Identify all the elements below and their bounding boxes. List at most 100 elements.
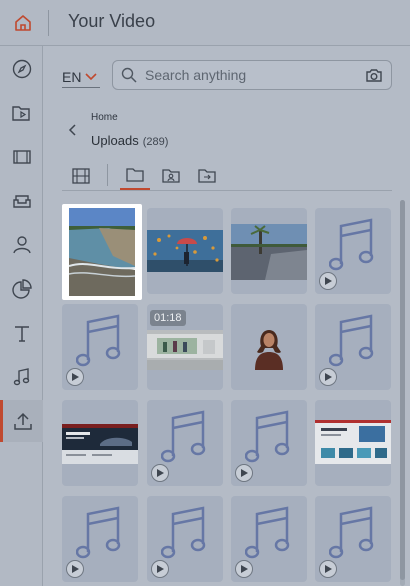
camera-icon xyxy=(366,69,382,82)
play-icon xyxy=(325,373,332,381)
beach-cliffs-thumbnail xyxy=(69,208,135,296)
play-icon xyxy=(241,469,248,477)
media-item[interactable] xyxy=(231,208,307,294)
play-icon xyxy=(157,565,164,573)
rail-item-audio[interactable] xyxy=(0,356,43,398)
parking-lot-thumbnail xyxy=(231,224,307,280)
film-icon xyxy=(12,150,31,164)
rail-item-characters[interactable] xyxy=(0,224,43,266)
woman-portrait-thumbnail xyxy=(255,330,283,370)
folder-count: (289) xyxy=(142,136,169,148)
tabs-underline xyxy=(62,190,392,191)
home-button[interactable] xyxy=(0,0,46,46)
play-button[interactable] xyxy=(66,368,84,386)
media-item[interactable] xyxy=(147,208,223,294)
rail-item-video[interactable] xyxy=(0,136,43,178)
website-car-thumbnail xyxy=(62,424,138,464)
text-icon xyxy=(14,326,29,342)
media-folder-icon xyxy=(11,106,30,121)
play-button[interactable] xyxy=(235,464,253,482)
music-note-icon xyxy=(161,410,206,463)
music-note-icon xyxy=(245,506,290,559)
left-rail xyxy=(0,46,43,586)
media-item[interactable] xyxy=(62,496,138,582)
play-icon xyxy=(72,373,79,381)
tab-folders[interactable] xyxy=(120,162,150,190)
play-icon xyxy=(72,565,79,573)
video-duration: 01:18 xyxy=(150,310,186,326)
media-item[interactable] xyxy=(231,304,307,390)
media-item[interactable] xyxy=(315,304,391,390)
media-item[interactable] xyxy=(62,304,138,390)
play-button[interactable] xyxy=(319,368,337,386)
chevron-down-icon xyxy=(85,72,98,80)
compass-icon xyxy=(12,59,31,79)
search-box xyxy=(112,60,392,90)
rail-item-scenes[interactable] xyxy=(0,180,43,222)
play-icon xyxy=(241,565,248,573)
folder-icon xyxy=(126,168,144,182)
person-icon xyxy=(12,236,31,254)
website-screenshot-thumbnail xyxy=(315,420,391,464)
title-divider xyxy=(48,10,49,36)
chevron-left-icon xyxy=(68,124,76,136)
play-button[interactable] xyxy=(151,464,169,482)
app-title: Your Video xyxy=(68,11,156,31)
play-button[interactable] xyxy=(319,560,337,578)
language-value: EN xyxy=(62,68,82,85)
play-icon xyxy=(325,277,332,285)
language-selector[interactable]: EN xyxy=(62,66,100,88)
umbrella-birds-thumbnail xyxy=(147,230,223,272)
media-item[interactable] xyxy=(315,496,391,582)
breadcrumb-home[interactable]: Home xyxy=(91,112,118,123)
search-input[interactable] xyxy=(145,67,345,83)
play-button[interactable] xyxy=(319,272,337,290)
music-note-icon xyxy=(76,506,121,559)
view-tabs xyxy=(62,162,392,190)
media-item[interactable] xyxy=(315,400,391,486)
home-icon xyxy=(15,15,31,31)
user-folder-icon xyxy=(162,169,180,183)
media-item[interactable]: 01:18 xyxy=(147,304,223,390)
folder-name: Uploads xyxy=(91,133,139,148)
upload-icon xyxy=(14,412,32,430)
back-button[interactable] xyxy=(64,122,80,138)
top-bar: Your Video xyxy=(0,0,410,46)
music-note-icon xyxy=(329,314,374,367)
rail-item-explore[interactable] xyxy=(0,48,43,90)
rail-item-media[interactable] xyxy=(0,92,43,134)
pie-chart-icon xyxy=(11,279,32,299)
rail-item-charts[interactable] xyxy=(0,268,43,310)
play-icon xyxy=(157,469,164,477)
tab-shared[interactable] xyxy=(156,162,186,190)
grid-view-icon xyxy=(72,168,90,184)
play-icon xyxy=(325,565,332,573)
image-search-button[interactable] xyxy=(365,67,383,88)
rail-item-text[interactable] xyxy=(0,312,43,354)
tab-import[interactable] xyxy=(192,162,222,190)
media-item[interactable] xyxy=(147,496,223,582)
tab-separator xyxy=(107,164,108,186)
play-button[interactable] xyxy=(66,560,84,578)
play-button[interactable] xyxy=(235,560,253,578)
music-note-icon xyxy=(161,506,206,559)
music-note-icon xyxy=(13,368,29,386)
scroll-thumb[interactable] xyxy=(400,200,405,580)
music-note-icon xyxy=(76,314,121,367)
music-note-icon xyxy=(245,410,290,463)
media-item[interactable] xyxy=(315,208,391,294)
folder-title: Uploads (289) xyxy=(91,133,168,148)
media-item[interactable] xyxy=(62,400,138,486)
rail-item-uploads[interactable] xyxy=(0,400,43,442)
media-scrollbar[interactable] xyxy=(400,200,405,586)
play-button[interactable] xyxy=(151,560,169,578)
music-note-icon xyxy=(329,506,374,559)
media-item[interactable] xyxy=(147,400,223,486)
tab-storyboard[interactable] xyxy=(66,162,96,190)
media-item[interactable] xyxy=(231,400,307,486)
media-item[interactable] xyxy=(231,496,307,582)
music-note-icon xyxy=(329,218,374,271)
search-icon xyxy=(121,67,137,83)
media-item[interactable] xyxy=(62,204,142,300)
import-icon xyxy=(198,169,216,183)
